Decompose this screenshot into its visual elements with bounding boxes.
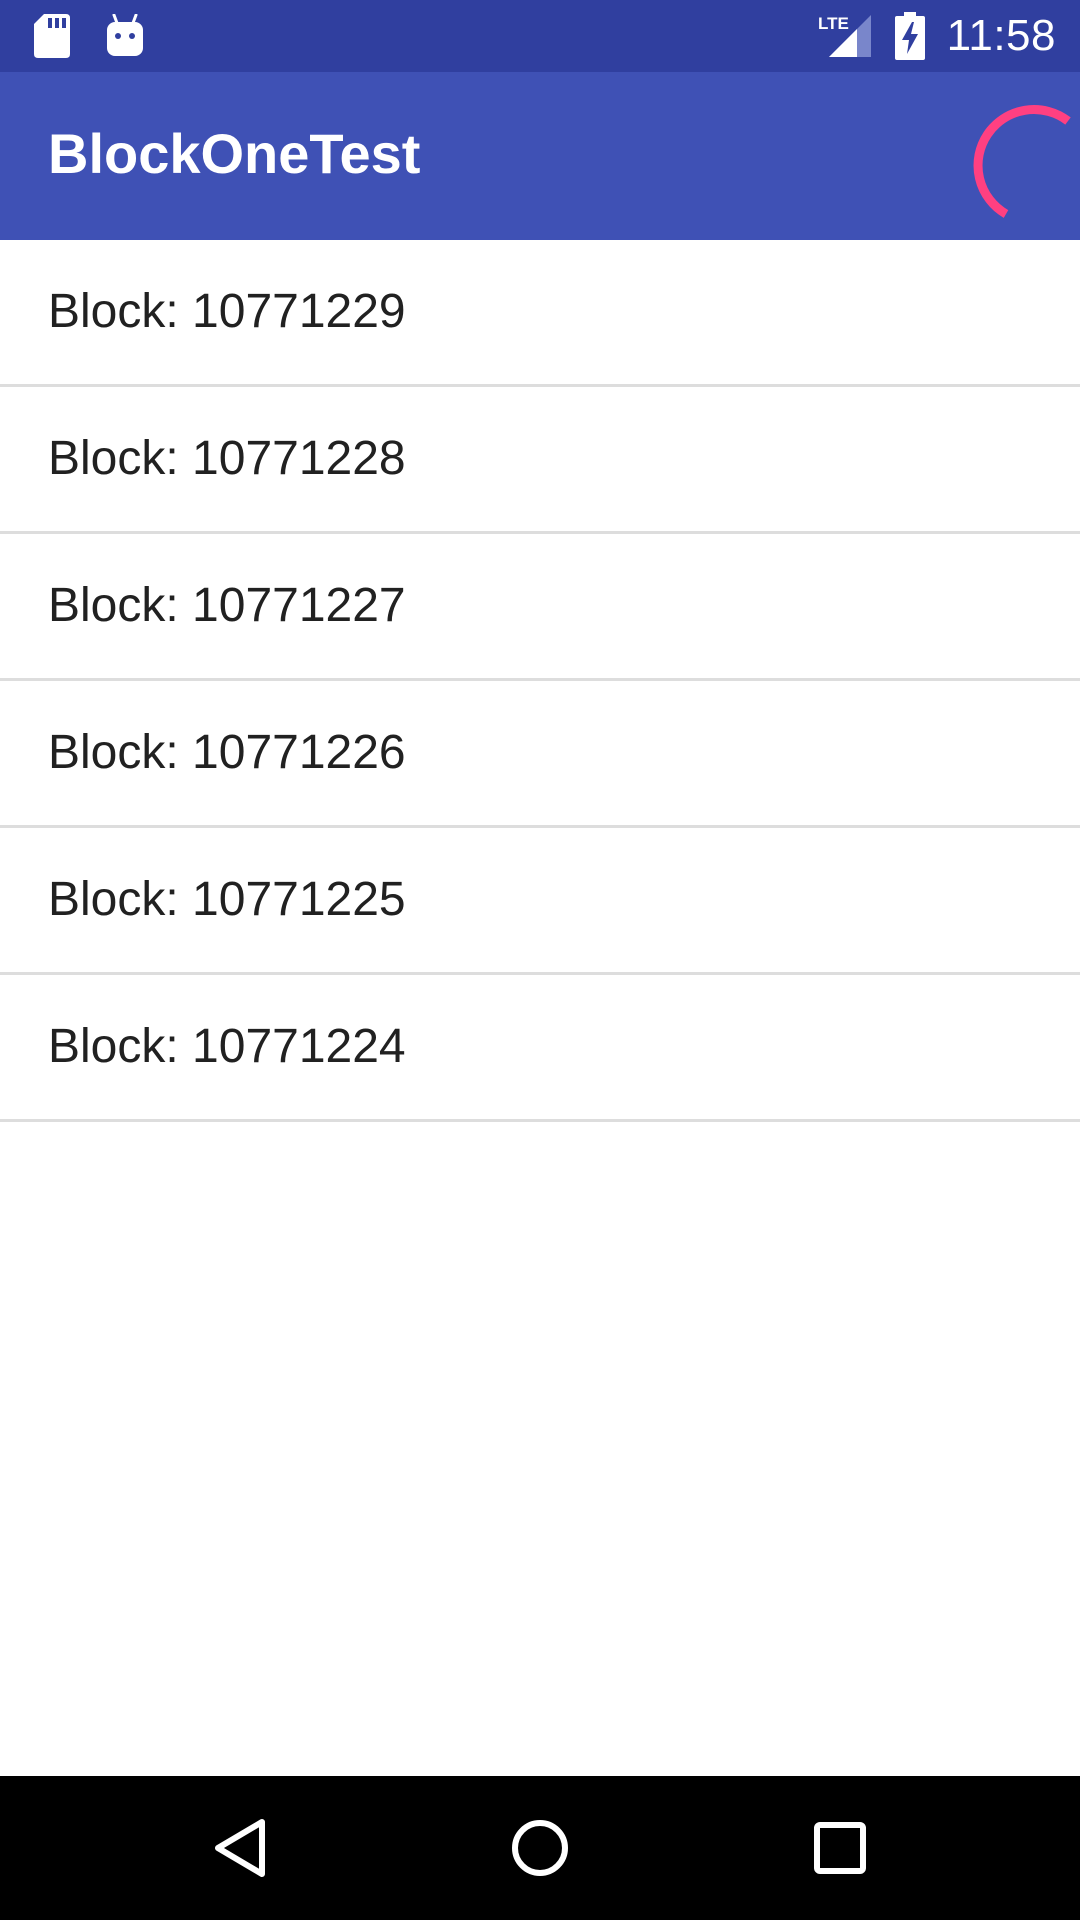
home-button[interactable] — [490, 1798, 590, 1898]
recents-icon — [812, 1820, 868, 1876]
sd-card-icon — [34, 14, 70, 58]
block-label: Block: 10771224 — [48, 1020, 406, 1073]
list-item[interactable]: Block: 10771229 — [0, 240, 1080, 387]
status-left-icons — [34, 12, 144, 60]
back-button[interactable] — [190, 1798, 290, 1898]
app-bar: BlockOneTest — [0, 72, 1080, 240]
screen: LTE 11:58 BlockOneTest Block: 10771229 B… — [0, 0, 1080, 1920]
block-label: Block: 10771227 — [48, 579, 406, 632]
block-label: Block: 10771226 — [48, 726, 406, 779]
status-right-icons: LTE 11:58 — [817, 0, 1056, 72]
recents-button[interactable] — [790, 1798, 890, 1898]
back-icon — [212, 1818, 268, 1878]
list-item[interactable]: Block: 10771225 — [0, 828, 1080, 975]
battery-charging-icon — [894, 12, 925, 60]
android-icon — [106, 14, 144, 58]
block-label: Block: 10771225 — [48, 873, 406, 926]
block-label: Block: 10771228 — [48, 432, 406, 485]
svg-text:LTE: LTE — [818, 14, 849, 33]
list-item[interactable]: Block: 10771226 — [0, 681, 1080, 828]
navigation-bar — [0, 1776, 1080, 1920]
block-label: Block: 10771229 — [48, 285, 406, 338]
status-bar: LTE 11:58 — [0, 0, 1080, 72]
block-list: Block: 10771229 Block: 10771228 Block: 1… — [0, 240, 1080, 1122]
list-item[interactable]: Block: 10771227 — [0, 534, 1080, 681]
home-icon — [510, 1818, 570, 1878]
lte-signal-icon: LTE — [817, 13, 873, 59]
list-item[interactable]: Block: 10771224 — [0, 975, 1080, 1122]
list-item[interactable]: Block: 10771228 — [0, 387, 1080, 534]
status-time: 11:58 — [946, 11, 1056, 60]
app-title: BlockOneTest — [48, 122, 421, 185]
loading-spinner-icon — [950, 90, 1080, 220]
